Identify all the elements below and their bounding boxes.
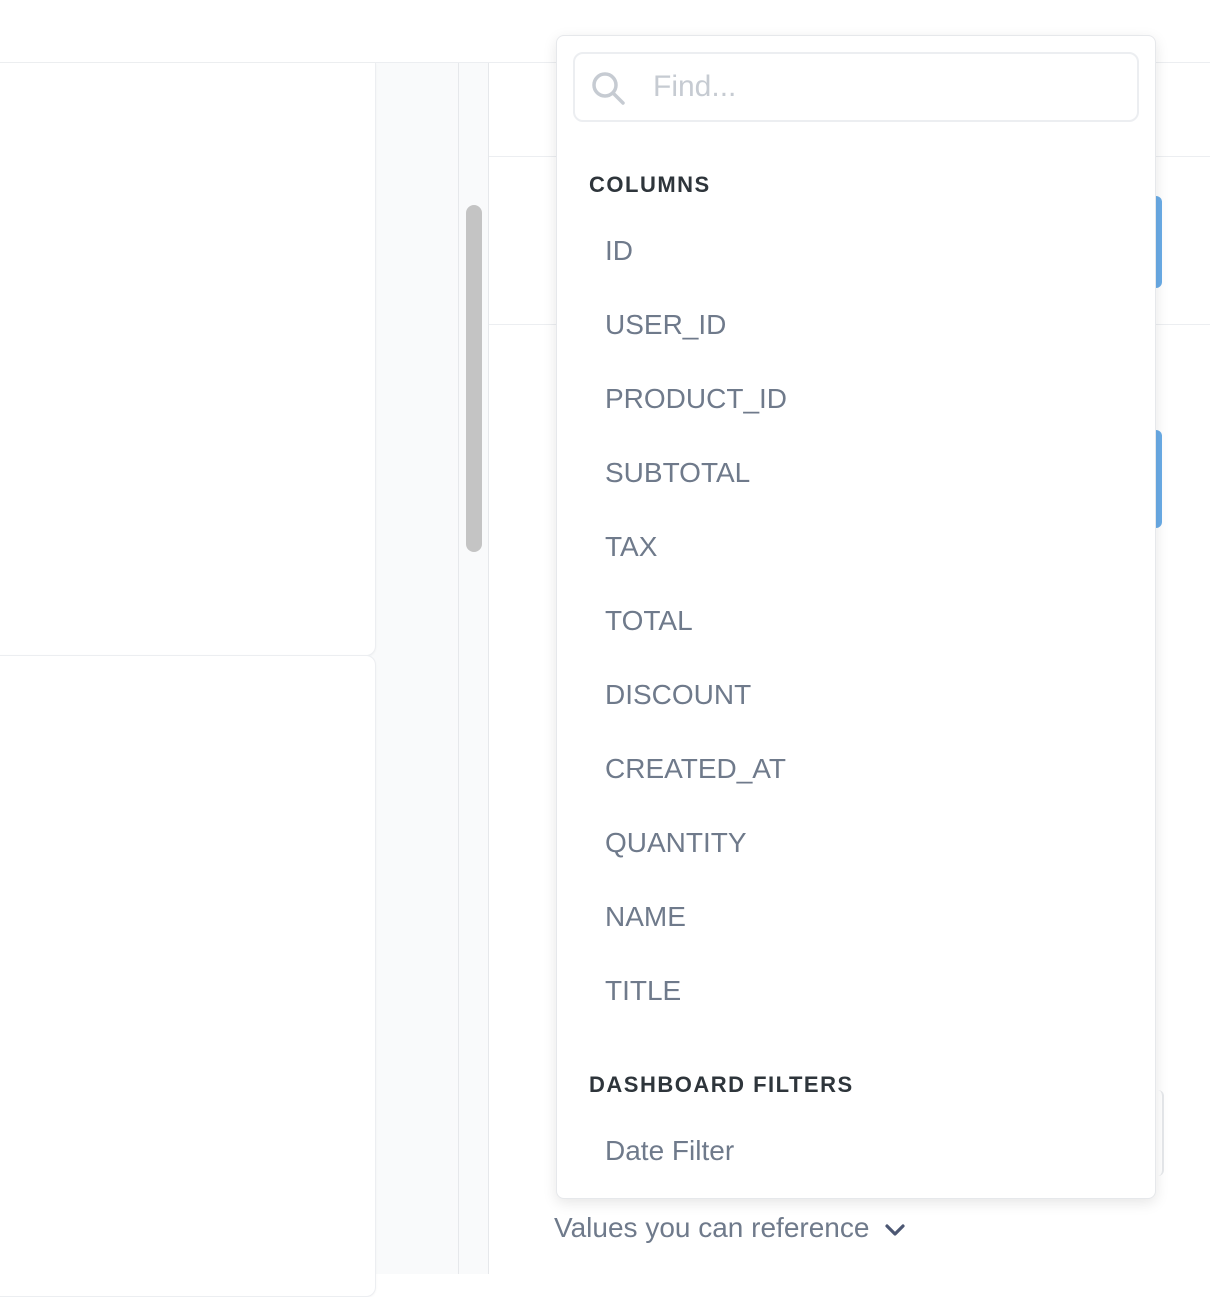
column-item-quantity[interactable]: QUANTITY	[557, 806, 1155, 880]
column-item-product-id[interactable]: PRODUCT_ID	[557, 362, 1155, 436]
column-item-total[interactable]: TOTAL	[557, 584, 1155, 658]
search-field[interactable]	[573, 52, 1139, 122]
filter-item-date-filter[interactable]: Date Filter	[605, 1116, 734, 1186]
scrollbar-thumb[interactable]	[466, 205, 482, 552]
columns-list: ID USER_ID PRODUCT_ID SUBTOTAL TAX TOTAL…	[557, 214, 1155, 1028]
search-icon	[592, 72, 625, 105]
dashboard-card	[0, 63, 376, 656]
column-picker-popover: COLUMNS ID USER_ID PRODUCT_ID SUBTOTAL T…	[556, 35, 1156, 1199]
column-item-title[interactable]: TITLE	[557, 954, 1155, 1028]
column-item-subtotal[interactable]: SUBTOTAL	[557, 436, 1155, 510]
column-item-id[interactable]: ID	[557, 214, 1155, 288]
values-reference-toggle[interactable]: Values you can reference	[554, 1206, 907, 1250]
panel-divider	[458, 63, 459, 1274]
column-item-created-at[interactable]: CREATED_AT	[557, 732, 1155, 806]
column-item-name[interactable]: NAME	[557, 880, 1155, 954]
column-item-discount[interactable]: DISCOUNT	[557, 658, 1155, 732]
values-reference-label: Values you can reference	[554, 1212, 870, 1243]
dashboard-card	[0, 655, 376, 1297]
dashboard-filters-section-header: DASHBOARD FILTERS	[589, 1072, 854, 1097]
chevron-down-icon	[885, 1224, 906, 1236]
columns-section-header: COLUMNS	[589, 172, 711, 197]
column-item-user-id[interactable]: USER_ID	[557, 288, 1155, 362]
column-item-tax[interactable]: TAX	[557, 510, 1155, 584]
search-input[interactable]	[653, 64, 1123, 110]
